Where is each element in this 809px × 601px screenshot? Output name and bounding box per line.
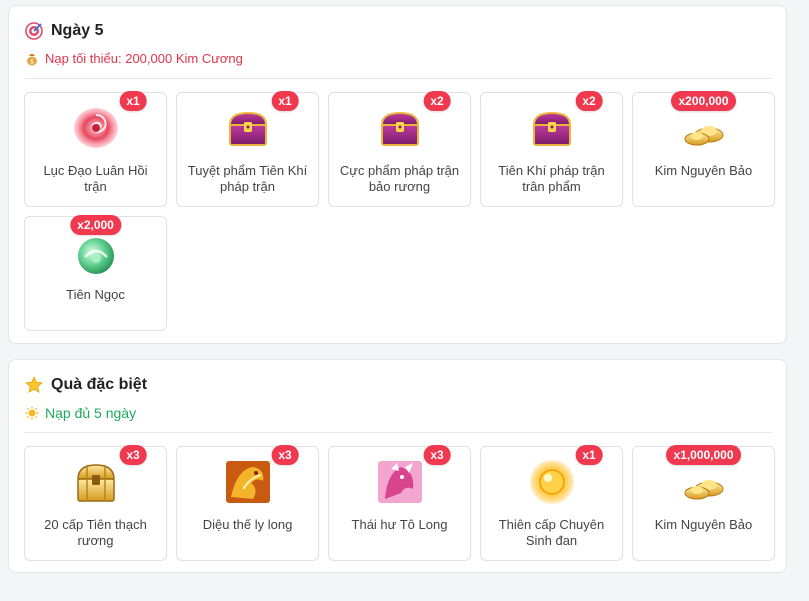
- special-reward-grid: x3 20 cấp Tiên thạch rương x3 Diệu thế l…: [24, 445, 775, 561]
- special-section-requirement: Nạp đủ 5 ngày: [25, 405, 136, 421]
- day-section-requirement: $ Nạp tối thiểu: 200,000 Kim Cương: [25, 51, 243, 66]
- special-section-header: Quà đặc biệt: [25, 376, 147, 394]
- reward-item[interactable]: x2 Tiên Khí pháp trận trân phẩm: [480, 91, 623, 207]
- sun-icon: [25, 406, 39, 420]
- treasure-chest-icon: [532, 111, 571, 146]
- divider: [25, 432, 772, 433]
- quantity-badge: x3: [423, 445, 451, 465]
- reward-item[interactable]: x1 Lục Đạo Luân Hồi trận: [24, 91, 167, 207]
- reward-item-label: Kim Nguyên Bảo: [654, 163, 753, 178]
- reward-item[interactable]: x1 Tuyệt phẩm Tiên Khí pháp trận: [176, 91, 319, 207]
- golden-dragon-icon: [225, 461, 270, 503]
- reward-item[interactable]: x3 20 cấp Tiên thạch rương: [24, 445, 167, 561]
- pink-dragon-icon: [377, 461, 422, 503]
- star-icon: [25, 376, 43, 394]
- quantity-badge: x1: [119, 91, 147, 111]
- treasure-chest-icon: [228, 111, 267, 146]
- gold-chest-icon: [76, 464, 115, 502]
- reward-item[interactable]: x3 Thái hư Tô Long: [328, 445, 471, 561]
- special-reward-section: Quà đặc biệt Nạp đủ 5 ngày x3 20 cấp Tiê…: [8, 359, 787, 573]
- reward-item-label: 20 cấp Tiên thạch rương: [44, 517, 147, 548]
- day-reward-grid: x1 Lục Đạo Luân Hồi trận x1 Tuyệt phẩm T…: [24, 91, 775, 331]
- special-section-subtitle: Nạp đủ 5 ngày: [45, 405, 137, 421]
- reward-item-label: Cực phẩm pháp trận bảo rương: [339, 163, 460, 194]
- reward-item-label: Tuyệt phẩm Tiên Khí pháp trận: [187, 163, 308, 194]
- quantity-badge: x200,000: [671, 91, 736, 111]
- reward-item[interactable]: x2 Cực phẩm pháp trận bảo rương: [328, 91, 471, 207]
- reward-item-label: Thiên cấp Chuyên Sinh đan: [498, 517, 605, 548]
- reward-item[interactable]: x200,000 Kim Nguyên Bảo: [632, 91, 775, 207]
- special-section-title: Quà đặc biệt: [51, 376, 148, 393]
- reward-item-label: Lục Đạo Luân Hồi trận: [43, 163, 148, 194]
- golden-pill-icon: [529, 460, 574, 504]
- quantity-badge: x2,000: [70, 215, 121, 235]
- quantity-badge: x3: [271, 445, 299, 465]
- red-swirl-icon: [73, 108, 118, 148]
- target-icon: [25, 22, 43, 40]
- reward-item[interactable]: x2,000 Tiên Ngọc: [24, 215, 167, 331]
- reward-item[interactable]: x1 Thiên cấp Chuyên Sinh đan: [480, 445, 623, 561]
- quantity-badge: x1,000,000: [666, 445, 741, 465]
- quantity-badge: x3: [119, 445, 147, 465]
- jade-orb-icon: [77, 238, 114, 274]
- gold-ingot-icon: [684, 480, 723, 500]
- quantity-badge: x2: [575, 91, 603, 111]
- day-section-subtitle: Nạp tối thiểu: 200,000 Kim Cương: [45, 51, 243, 66]
- quantity-badge: x1: [575, 445, 603, 465]
- quantity-badge: x1: [271, 91, 299, 111]
- quantity-badge: x2: [423, 91, 451, 111]
- treasure-chest-icon: [380, 111, 419, 146]
- reward-item-label: Tiên Khí pháp trận trân phẩm: [498, 163, 605, 194]
- reward-item-label: Diệu thế ly long: [202, 517, 293, 532]
- divider: [25, 78, 772, 79]
- reward-item-label: Kim Nguyên Bảo: [654, 517, 753, 532]
- day-section-title: Ngày 5: [51, 22, 104, 39]
- reward-item-label: Thái hư Tô Long: [351, 517, 448, 532]
- reward-item-label: Tiên Ngọc: [66, 287, 125, 302]
- money-bag-icon: $: [27, 53, 37, 65]
- svg-text:$: $: [30, 58, 34, 65]
- reward-item[interactable]: x1,000,000 Kim Nguyên Bảo: [632, 445, 775, 561]
- day-reward-section: Ngày 5 $ Nạp tối thiểu: 200,000 Kim Cươn…: [8, 5, 787, 344]
- day-section-header: Ngày 5: [25, 22, 103, 40]
- reward-item[interactable]: x3 Diệu thế ly long: [176, 445, 319, 561]
- gold-ingot-icon: [684, 126, 723, 146]
